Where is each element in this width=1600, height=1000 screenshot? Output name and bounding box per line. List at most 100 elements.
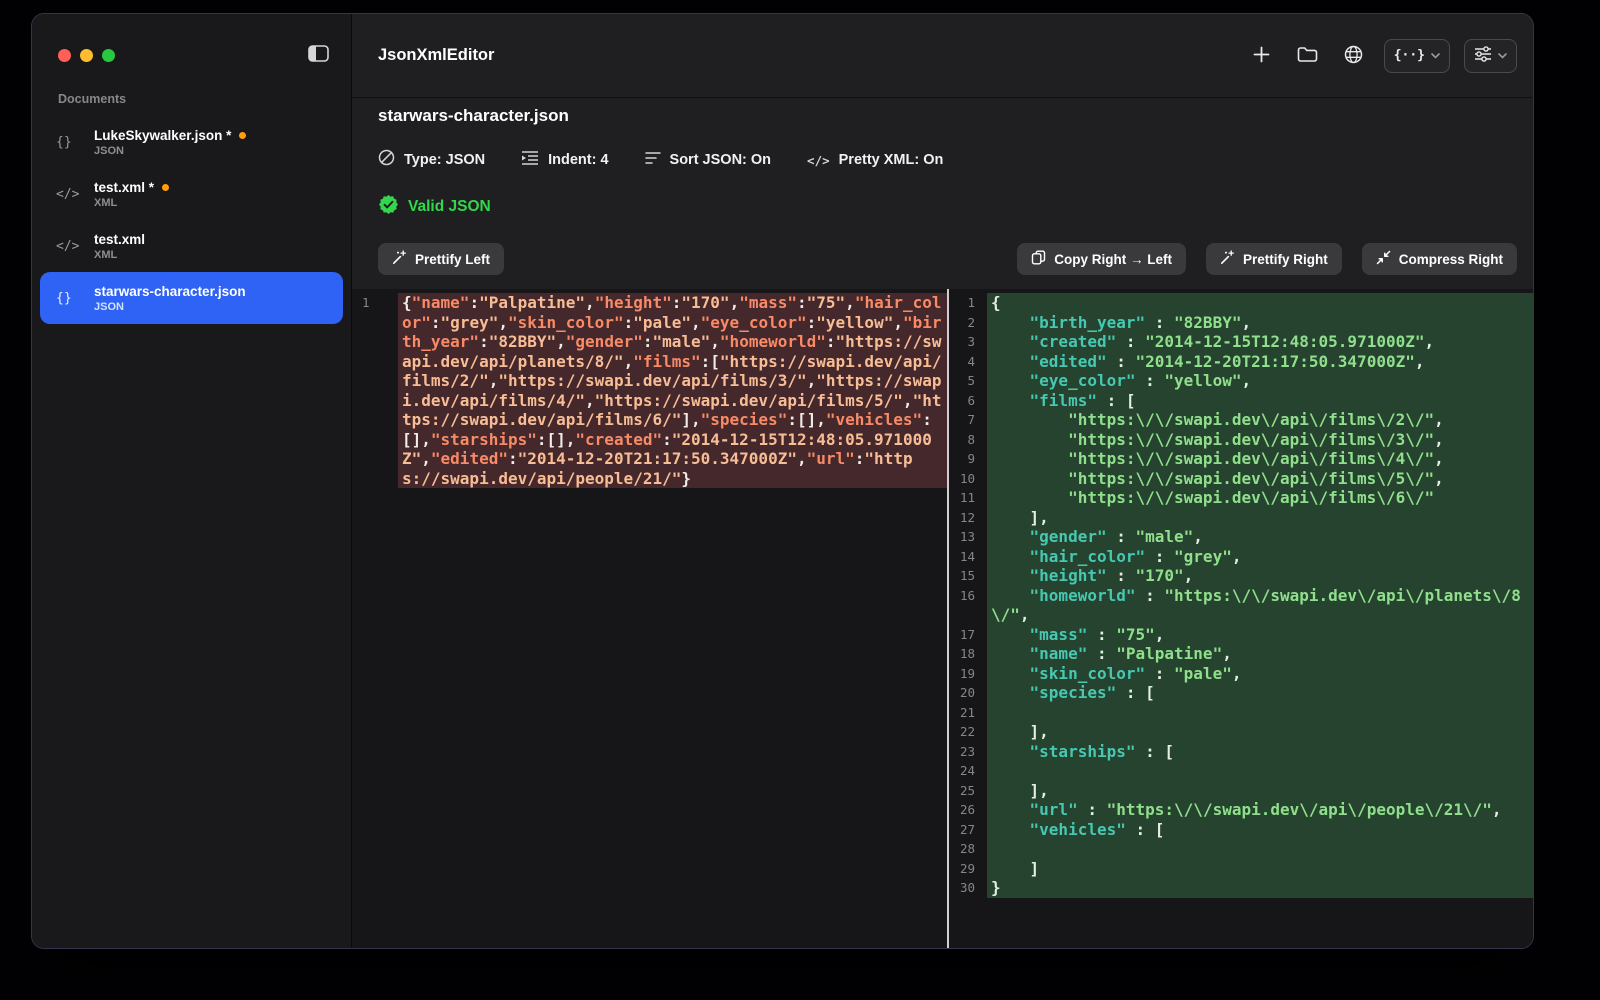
code-line[interactable]: "created" : "2014-12-15T12:48:05.971000Z… bbox=[987, 332, 1533, 352]
code-line[interactable]: "vehicles" : [ bbox=[987, 820, 1533, 840]
prettify-right-button[interactable]: Prettify Right bbox=[1206, 243, 1342, 275]
code-line[interactable]: "mass" : "75", bbox=[987, 625, 1533, 645]
editor-line: 8 "https:\/\/swapi.dev\/api\/films\/3\/"… bbox=[949, 430, 1533, 450]
line-number: 13 bbox=[949, 527, 987, 547]
compress-right-button[interactable]: Compress Right bbox=[1362, 243, 1517, 275]
code-line[interactable]: "https:\/\/swapi.dev\/api\/films\/3\/", bbox=[987, 430, 1533, 450]
sort-icon bbox=[645, 151, 661, 170]
code-line[interactable]: "gender" : "male", bbox=[987, 527, 1533, 547]
code-line[interactable]: "name" : "Palpatine", bbox=[987, 644, 1533, 664]
line-number: 22 bbox=[949, 722, 987, 742]
code-line[interactable]: "films" : [ bbox=[987, 391, 1533, 411]
line-number: 30 bbox=[949, 878, 987, 898]
setting-type[interactable]: Type: JSON bbox=[378, 149, 485, 171]
setting-pretty-xml[interactable]: </> Pretty XML: On bbox=[807, 152, 943, 168]
doc-subtitle: JSON bbox=[94, 145, 246, 157]
code-line[interactable]: "skin_color" : "pale", bbox=[987, 664, 1533, 684]
line-number: 18 bbox=[949, 644, 987, 664]
code-line[interactable]: "https:\/\/swapi.dev\/api\/films\/6\/" bbox=[987, 488, 1533, 508]
code-line[interactable]: ], bbox=[987, 508, 1533, 528]
code-line[interactable]: "starships" : [ bbox=[987, 742, 1533, 762]
zoom-button[interactable] bbox=[102, 49, 115, 62]
open-file-button[interactable] bbox=[1292, 40, 1324, 72]
sidebar-item-lukeskywalker-json[interactable]: {} LukeSkywalker.json * JSON bbox=[40, 116, 343, 168]
doc-title: test.xml * bbox=[94, 180, 154, 195]
new-document-button[interactable] bbox=[1246, 40, 1278, 72]
editor-line: 27 "vehicles" : [ bbox=[949, 820, 1533, 840]
xml-file-icon: </> bbox=[56, 239, 84, 254]
code-line[interactable]: "eye_color" : "yellow", bbox=[987, 371, 1533, 391]
line-number: 15 bbox=[949, 566, 987, 586]
code-line[interactable]: "url" : "https:\/\/swapi.dev\/api\/peopl… bbox=[987, 800, 1533, 820]
line-number: 8 bbox=[949, 430, 987, 450]
code-line[interactable] bbox=[987, 839, 1533, 859]
setting-label: Sort JSON: On bbox=[670, 152, 772, 168]
code-line[interactable]: { bbox=[987, 293, 1533, 313]
code-line[interactable] bbox=[987, 761, 1533, 781]
settings-menu-button[interactable] bbox=[1464, 39, 1517, 73]
editor-action-buttons: Prettify Left Copy Right → Left bbox=[378, 243, 1517, 275]
doc-title: test.xml bbox=[94, 232, 145, 247]
sidebar: Documents {} LukeSkywalker.json * JSON <… bbox=[32, 14, 352, 948]
code-line[interactable]: {"name":"Palpatine","height":"170","mass… bbox=[398, 293, 947, 488]
code-line[interactable]: "homeworld" : "https:\/\/swapi.dev\/api\… bbox=[987, 586, 1533, 625]
code-line[interactable]: "edited" : "2014-12-20T21:17:50.347000Z"… bbox=[987, 352, 1533, 372]
code-line[interactable]: "https:\/\/swapi.dev\/api\/films\/4\/", bbox=[987, 449, 1533, 469]
doc-meta: LukeSkywalker.json * JSON bbox=[94, 128, 246, 157]
sidebar-titlebar bbox=[32, 14, 351, 82]
validation-status: Valid JSON bbox=[378, 196, 1517, 217]
code-line[interactable]: ], bbox=[987, 722, 1533, 742]
editor-line: 16 "homeworld" : "https:\/\/swapi.dev\/a… bbox=[949, 586, 1533, 625]
editor-line: 12 ], bbox=[949, 508, 1533, 528]
line-number: 23 bbox=[949, 742, 987, 762]
code-line[interactable]: "https:\/\/swapi.dev\/api\/films\/5\/", bbox=[987, 469, 1533, 489]
doc-title: starwars-character.json bbox=[94, 284, 246, 299]
copy-icon bbox=[1031, 250, 1046, 268]
editor-line: 10 "https:\/\/swapi.dev\/api\/films\/5\/… bbox=[949, 469, 1533, 489]
line-number: 7 bbox=[949, 410, 987, 430]
editor-line: 19 "skin_color" : "pale", bbox=[949, 664, 1533, 684]
line-number: 24 bbox=[949, 761, 987, 781]
code-line[interactable]: ], bbox=[987, 781, 1533, 801]
sidebar-item-test-xml[interactable]: </> test.xml XML bbox=[40, 220, 343, 272]
prettify-left-button[interactable]: Prettify Left bbox=[378, 243, 504, 275]
right-editor-pane[interactable]: 1{2 "birth_year" : "82BBY",3 "created" :… bbox=[949, 289, 1533, 948]
doc-meta: test.xml * XML bbox=[94, 180, 169, 209]
minimize-button[interactable] bbox=[80, 49, 93, 62]
editor-line: 2 "birth_year" : "82BBY", bbox=[949, 313, 1533, 333]
sidebar-item-test-xml-modified[interactable]: </> test.xml * XML bbox=[40, 168, 343, 220]
setting-sort-json[interactable]: Sort JSON: On bbox=[645, 151, 772, 170]
code-line[interactable]: "hair_color" : "grey", bbox=[987, 547, 1533, 567]
line-number: 20 bbox=[949, 683, 987, 703]
editor-line: 21 bbox=[949, 703, 1533, 723]
button-label: Copy Right → Left bbox=[1054, 252, 1172, 267]
code-line[interactable]: ] bbox=[987, 859, 1533, 879]
setting-indent[interactable]: Indent: 4 bbox=[521, 150, 608, 171]
sidebar-toggle-button[interactable] bbox=[308, 45, 329, 65]
editor-line: 1{ bbox=[949, 293, 1533, 313]
json-file-icon: {} bbox=[56, 291, 84, 306]
type-icon bbox=[378, 149, 395, 171]
wand-icon bbox=[1220, 250, 1235, 268]
editor-line: 26 "url" : "https:\/\/swapi.dev\/api\/pe… bbox=[949, 800, 1533, 820]
chevron-down-icon bbox=[1431, 53, 1440, 59]
code-line[interactable]: "birth_year" : "82BBY", bbox=[987, 313, 1533, 333]
code-line[interactable] bbox=[987, 703, 1533, 723]
editor-line: 17 "mass" : "75", bbox=[949, 625, 1533, 645]
load-from-url-button[interactable] bbox=[1338, 40, 1370, 72]
document-settings-row: Type: JSON Indent: 4 Sort JSON: bbox=[378, 150, 1517, 170]
left-editor-pane[interactable]: 1{"name":"Palpatine","height":"170","mas… bbox=[352, 289, 947, 948]
code-line[interactable]: "species" : [ bbox=[987, 683, 1533, 703]
status-badge: Valid JSON bbox=[408, 198, 491, 216]
copy-right-to-left-button[interactable]: Copy Right → Left bbox=[1017, 243, 1186, 275]
code-line[interactable]: } bbox=[987, 878, 1533, 898]
sidebar-item-starwars-character-json[interactable]: {} starwars-character.json JSON bbox=[40, 272, 343, 324]
window-toolbar: JsonXmlEditor bbox=[352, 14, 1533, 98]
code-line[interactable]: "https:\/\/swapi.dev\/api\/films\/2\/", bbox=[987, 410, 1533, 430]
line-number: 26 bbox=[949, 800, 987, 820]
line-number: 6 bbox=[949, 391, 987, 411]
editor-line: 29 ] bbox=[949, 859, 1533, 879]
close-button[interactable] bbox=[58, 49, 71, 62]
code-line[interactable]: "height" : "170", bbox=[987, 566, 1533, 586]
json-options-menu-button[interactable]: {··} bbox=[1384, 39, 1450, 73]
